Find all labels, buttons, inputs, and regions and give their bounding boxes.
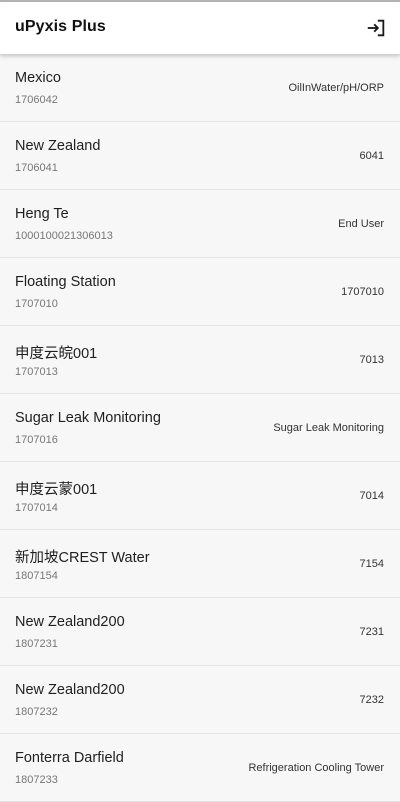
site-id: 1707016 (15, 434, 58, 446)
site-tag: Refrigeration Cooling Tower (248, 762, 384, 774)
list-item[interactable]: Heng Te 1000100021306013 End User (0, 190, 400, 258)
site-tag: 7232 (359, 694, 384, 706)
site-tag: Sugar Leak Monitoring (273, 422, 384, 434)
site-tag: 6041 (359, 150, 384, 162)
list-item[interactable]: Sugar Leak Monitoring 1707016 Sugar Leak… (0, 394, 400, 462)
site-name: New Zealand200 (15, 614, 125, 630)
site-name: 新加坡CREST Water (15, 550, 150, 566)
site-tag: 1707010 (341, 286, 384, 298)
site-name: 申度云蒙001 (15, 482, 98, 498)
site-id: 1707013 (15, 366, 58, 378)
site-id: 1000100021306013 (15, 230, 113, 242)
site-id: 1707014 (15, 502, 58, 514)
list-item[interactable]: 申度云皖001 1707013 7013 (0, 326, 400, 394)
site-name: Floating Station (15, 274, 116, 290)
app-bar: uPyxis Plus (0, 2, 400, 54)
list-item[interactable]: Fonterra Darfield 1807233 Refrigeration … (0, 734, 400, 802)
site-tag: End User (338, 218, 384, 230)
site-id: 1706041 (15, 162, 58, 174)
list-item[interactable]: Mexico 1706042 OilInWater/pH/ORP (0, 54, 400, 122)
site-id: 1807232 (15, 706, 58, 718)
site-name: Fonterra Darfield (15, 750, 124, 766)
site-tag: 7154 (359, 558, 384, 570)
site-tag: 7014 (359, 490, 384, 502)
list-item[interactable]: 申度云蒙001 1707014 7014 (0, 462, 400, 530)
site-name: 申度云皖001 (15, 346, 98, 362)
site-name: New Zealand200 (15, 682, 125, 698)
logout-button[interactable] (362, 14, 390, 42)
site-id: 1807233 (15, 774, 58, 786)
site-tag: 7231 (359, 626, 384, 638)
site-tag: OilInWater/pH/ORP (288, 82, 384, 94)
site-name: Heng Te (15, 206, 69, 222)
list-item[interactable]: New Zealand200 1807231 7231 (0, 598, 400, 666)
list-item[interactable]: New Zealand 1706041 6041 (0, 122, 400, 190)
logout-icon (367, 19, 385, 37)
list-item[interactable]: New Zealand200 1807232 7232 (0, 666, 400, 734)
site-id: 1706042 (15, 94, 58, 106)
site-name: Mexico (15, 70, 61, 86)
list-item[interactable]: 新加坡CREST Water 1807154 7154 (0, 530, 400, 598)
site-tag: 7013 (359, 354, 384, 366)
site-id: 1807154 (15, 570, 58, 582)
site-id: 1707010 (15, 298, 58, 310)
app-title: uPyxis Plus (15, 18, 106, 35)
site-list: Mexico 1706042 OilInWater/pH/ORP New Zea… (0, 54, 400, 802)
site-name: Sugar Leak Monitoring (15, 410, 161, 426)
site-id: 1807231 (15, 638, 58, 650)
list-item[interactable]: Floating Station 1707010 1707010 (0, 258, 400, 326)
site-name: New Zealand (15, 138, 101, 154)
